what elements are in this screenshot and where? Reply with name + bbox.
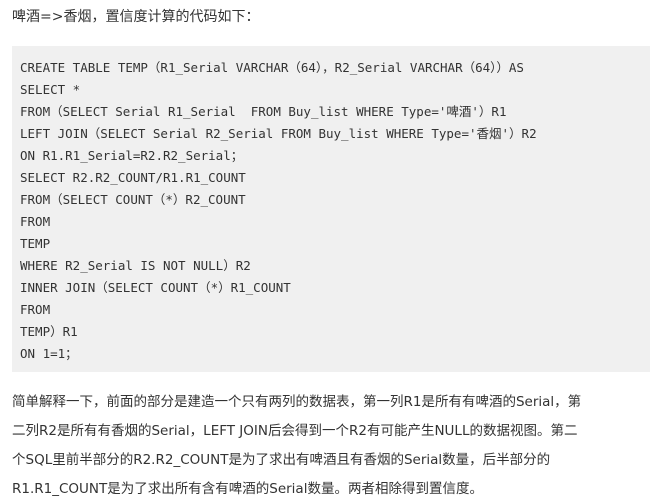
code-line: SELECT R2.R2_COUNT/R1.R1_COUNT	[20, 170, 246, 185]
explanation-line: 二列R2是所有有香烟的Serial，LEFT JOIN后会得到一个R2有可能产生…	[12, 423, 578, 439]
code-line: WHERE R2_Serial IS NOT NULL）R2	[20, 258, 251, 273]
code-line: INNER JOIN（SELECT COUNT（*）R1_COUNT	[20, 280, 291, 295]
code-line: ON 1=1；	[20, 346, 78, 361]
code-line: FROM（SELECT COUNT（*）R2_COUNT	[20, 192, 246, 207]
code-line: LEFT JOIN（SELECT Serial R2_Serial FROM B…	[20, 126, 537, 141]
explanation-line: 个SQL里前半部分的R2.R2_COUNT是为了求出有啤酒且有香烟的Serial…	[12, 452, 551, 468]
code-line: FROM	[20, 214, 51, 229]
explanation-line: R1.R1_COUNT是为了求出所有含有啤酒的Serial数量。两者相除得到置信…	[12, 481, 483, 497]
code-line: TEMP	[20, 236, 51, 251]
code-line: CREATE TABLE TEMP（R1_Serial VARCHAR（64），…	[20, 60, 524, 75]
code-block: CREATE TABLE TEMP（R1_Serial VARCHAR（64），…	[12, 46, 650, 372]
code-line: FROM	[20, 302, 51, 317]
code-line: SELECT *	[20, 82, 81, 97]
explanation-paragraph: 简单解释一下，前面的部分是建造一个只有两列的数据表，第一列R1是所有有啤酒的Se…	[12, 388, 652, 504]
code-line: ON R1.R1_Serial=R2.R2_Serial；	[20, 148, 244, 163]
code-line: FROM（SELECT Serial R1_Serial FROM Buy_li…	[20, 104, 507, 119]
intro-text: 啤酒=>香烟，置信度计算的代码如下：	[12, 9, 260, 25]
code-line: TEMP）R1	[20, 324, 78, 339]
explanation-line: 简单解释一下，前面的部分是建造一个只有两列的数据表，第一列R1是所有有啤酒的Se…	[12, 394, 582, 410]
